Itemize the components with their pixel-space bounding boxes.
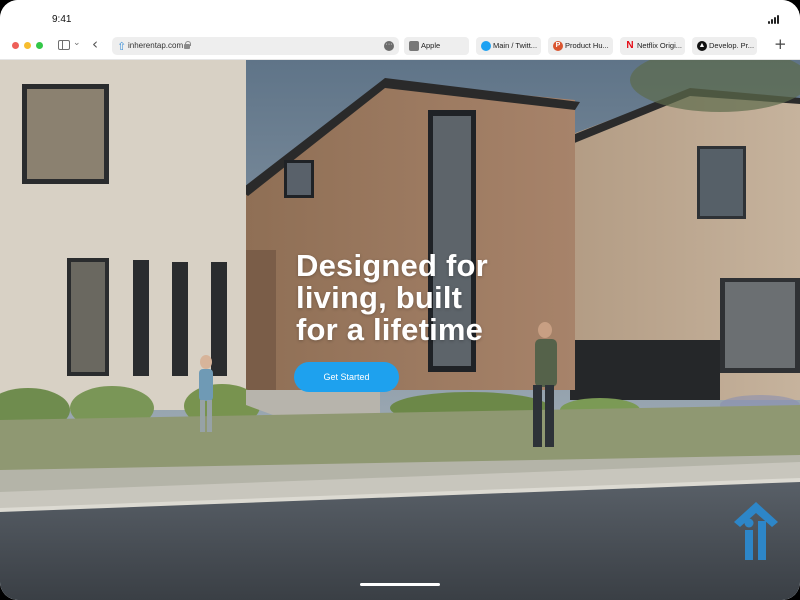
tab-netflix[interactable]: N Netflix Origi... [620,37,685,55]
home-indicator[interactable] [360,583,440,586]
address-url: inherentap.com [128,41,184,50]
minimize-window-button[interactable] [24,42,31,49]
tab-twitter[interactable]: Main / Twitt... [476,37,541,55]
back-button[interactable]: ‹ [92,35,98,53]
tab-product-hunt[interactable]: P Product Hu... [548,37,613,55]
tab-label: Netflix Origi... [637,41,683,50]
hero-section: Designed for living, built for a lifetim… [0,60,800,600]
headline-line: living, built [296,280,463,315]
address-bar[interactable]: ⇧ inherentap.com ··· [112,37,399,55]
browser-toolbar: ⌄ ‹ ⇧ inherentap.com ··· Apple Main / Tw… [0,34,800,60]
get-started-button[interactable]: Get Started [294,362,399,392]
tablet-screen: 9:41 ⌄ ‹ ⇧ inherentap.com ··· Apple Main… [0,0,800,600]
tab-label: Apple [421,41,441,50]
develop-icon: ▲ [697,41,707,51]
netflix-icon: N [626,40,634,51]
hero-headline: Designed for living, built for a lifetim… [296,250,596,346]
tab-label: Main / Twitt... [493,41,538,50]
status-bar: 9:41 [0,0,800,34]
chevron-down-icon[interactable]: ⌄ [73,37,81,48]
lock-icon [184,41,191,49]
status-time: 9:41 [52,14,72,25]
apple-icon [409,41,419,51]
tab-develop[interactable]: ▲ Develop. Pr... [692,37,757,55]
sidebar-toggle-icon[interactable] [58,40,70,50]
product-hunt-icon: P [553,41,563,51]
signal-icon [768,14,790,24]
headline-line: for a lifetime [296,312,484,347]
headline-line: Designed for [296,248,488,283]
tab-apple[interactable]: Apple [404,37,469,55]
site-favicon-icon: ⇧ [117,40,127,53]
close-window-button[interactable] [12,42,19,49]
maximize-window-button[interactable] [36,42,43,49]
more-options-icon[interactable]: ··· [384,41,394,51]
new-tab-button[interactable]: + [774,35,787,53]
tab-label: Develop. Pr... [709,41,755,50]
tab-label: Product Hu... [565,41,609,50]
twitter-icon [481,41,491,51]
